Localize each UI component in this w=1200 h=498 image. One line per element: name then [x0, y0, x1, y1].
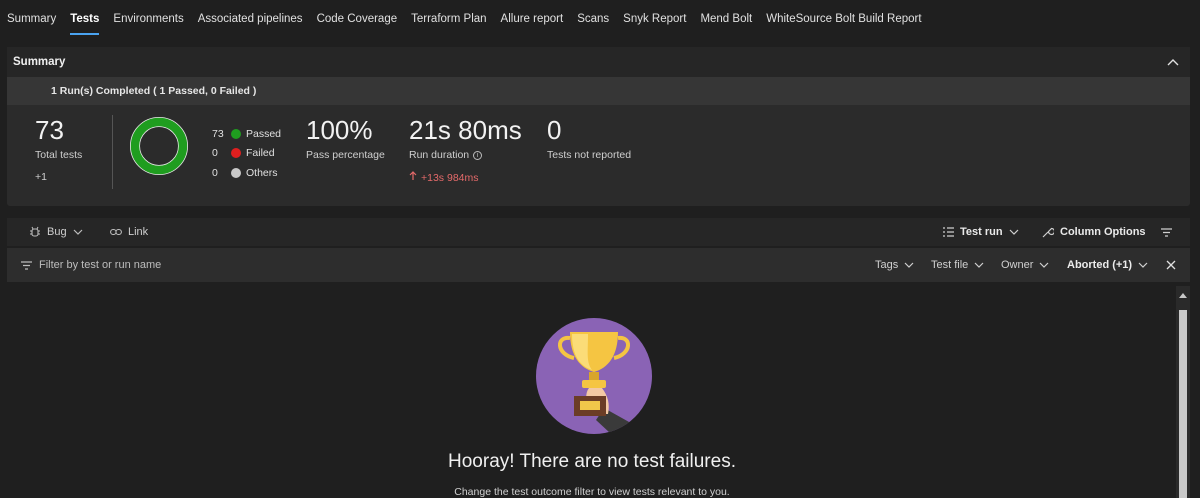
not-reported-value: 0: [547, 115, 562, 145]
run-duration-delta: +13s 984ms: [421, 172, 479, 184]
chevron-down-icon: [904, 262, 914, 268]
runs-completed-text: 1 Run(s) Completed ( 1 Passed, 0 Failed …: [51, 85, 257, 97]
filter-search[interactable]: Filter by test or run name: [21, 259, 161, 271]
stats-divider: [112, 115, 113, 189]
clear-filters-button[interactable]: [1166, 260, 1176, 270]
pass-percentage-label: Pass percentage: [306, 149, 385, 161]
tab-code-coverage[interactable]: Code Coverage: [317, 1, 398, 37]
summary-title: Summary: [13, 56, 66, 68]
bug-icon: [30, 226, 40, 237]
chevron-down-icon: [1039, 262, 1049, 268]
chevron-up-icon[interactable]: [1164, 53, 1182, 71]
close-icon: [1166, 260, 1176, 270]
filter-search-input[interactable]: Filter by test or run name: [39, 259, 161, 271]
bug-button[interactable]: Bug: [29, 226, 89, 238]
column-options-label: Column Options: [1060, 226, 1146, 238]
info-icon[interactable]: i: [473, 151, 483, 160]
total-tests-label: Total tests: [35, 149, 83, 161]
filter-toggle-button[interactable]: [1161, 227, 1178, 237]
run-duration-label: Run duration: [409, 149, 470, 161]
summary-header[interactable]: Summary: [7, 47, 1190, 77]
total-tests-value: 73: [35, 115, 64, 145]
tab-terraform-plan[interactable]: Terraform Plan: [411, 1, 486, 37]
filter-icon: [1161, 227, 1172, 237]
chevron-down-icon: [974, 262, 984, 268]
run-duration-label-row: Run duration i: [409, 149, 522, 161]
tags-filter-dropdown[interactable]: Tags: [875, 259, 914, 271]
passed-count: 73: [212, 127, 224, 140]
owner-filter-dropdown[interactable]: Owner: [1001, 259, 1049, 271]
owner-filter-label: Owner: [1001, 259, 1034, 271]
filter-icon: [21, 260, 32, 270]
empty-state-title: Hooray! There are no test failures.: [448, 451, 736, 472]
empty-state-subtitle: Change the test outcome filter to view t…: [454, 486, 730, 498]
failed-count: 0: [212, 147, 218, 160]
tab-allure-report[interactable]: Allure report: [501, 1, 564, 37]
passed-label: Passed: [246, 127, 282, 140]
bug-label: Bug: [47, 226, 67, 238]
run-duration-delta-row: +13s 984ms: [409, 171, 522, 184]
not-reported-stat: 0 Tests not reported: [547, 115, 631, 161]
others-label: Others: [246, 166, 278, 179]
test-run-label: Test run: [960, 226, 1003, 238]
legend-failed[interactable]: 0 Failed: [212, 144, 281, 164]
scrollbar-thumb[interactable]: [1179, 310, 1187, 498]
test-file-filter-label: Test file: [931, 259, 969, 271]
runs-completed-banner: 1 Run(s) Completed ( 1 Passed, 0 Failed …: [7, 77, 1190, 105]
others-dot-icon: [231, 167, 241, 178]
summary-panel: Summary 1 Run(s) Completed ( 1 Passed, 0…: [7, 47, 1190, 206]
trophy-illustration: [536, 318, 652, 434]
tab-environments[interactable]: Environments: [113, 1, 183, 37]
chevron-down-icon: [1138, 262, 1148, 268]
tab-snyk-report[interactable]: Snyk Report: [623, 1, 686, 37]
total-tests-delta: +1: [35, 171, 47, 183]
results-content: Hooray! There are no test failures. Chan…: [7, 286, 1183, 498]
tab-tests[interactable]: Tests: [70, 1, 100, 37]
chevron-down-icon: [1009, 229, 1019, 235]
test-run-groupby-button[interactable]: Test run: [943, 226, 1025, 238]
outcome-filter-dropdown[interactable]: Aborted (+1): [1067, 259, 1148, 271]
passed-dot-icon: [231, 128, 241, 139]
wrench-icon: [1042, 227, 1054, 238]
column-options-button[interactable]: Column Options: [1042, 226, 1146, 238]
test-file-filter-dropdown[interactable]: Test file: [931, 259, 984, 271]
link-label: Link: [128, 226, 149, 238]
failed-label: Failed: [246, 147, 275, 160]
others-count: 0: [212, 166, 218, 179]
arrow-up-icon: [409, 171, 417, 184]
pass-percentage-value: 100%: [306, 115, 373, 145]
tab-scans[interactable]: Scans: [577, 1, 609, 37]
outcome-legend: 73 Passed 0 Failed 0 Others: [212, 124, 281, 183]
results-toolbar: Bug Link Test run Column Options: [7, 218, 1190, 246]
tab-whitesource-bolt-build-report[interactable]: WhiteSource Bolt Build Report: [766, 1, 921, 37]
not-reported-label: Tests not reported: [547, 149, 632, 161]
vertical-scrollbar[interactable]: [1176, 286, 1190, 498]
scroll-up-arrow-icon[interactable]: [1179, 290, 1187, 300]
outcome-filter-label: Aborted (+1): [1067, 259, 1133, 271]
tab-bar: Summary Tests Environments Associated pi…: [0, 0, 1200, 38]
outcome-donut-chart: [129, 116, 189, 176]
link-icon: [110, 228, 122, 236]
filter-bar: Filter by test or run name Tags Test fil…: [7, 248, 1190, 282]
pass-percentage-stat: 100% Pass percentage: [306, 115, 385, 161]
total-tests-stat: 73 Total tests +1: [35, 115, 82, 183]
list-icon: [943, 227, 954, 237]
failed-dot-icon: [231, 148, 241, 159]
tab-summary[interactable]: Summary: [7, 1, 56, 37]
donut-passed-arc: [130, 117, 188, 175]
tab-mend-bolt[interactable]: Mend Bolt: [700, 1, 752, 37]
run-duration-value: 21s 80ms: [409, 115, 522, 145]
tags-filter-label: Tags: [875, 259, 899, 271]
link-button[interactable]: Link: [110, 226, 148, 238]
run-duration-stat: 21s 80ms Run duration i +13s 984ms: [409, 115, 522, 184]
stats-row: 73 Total tests +1 73 Passed 0 Failed 0 O…: [7, 105, 1190, 206]
chevron-down-icon: [73, 229, 83, 235]
legend-others[interactable]: 0 Others: [212, 163, 281, 183]
tab-associated-pipelines[interactable]: Associated pipelines: [198, 1, 303, 37]
legend-passed[interactable]: 73 Passed: [212, 124, 281, 144]
